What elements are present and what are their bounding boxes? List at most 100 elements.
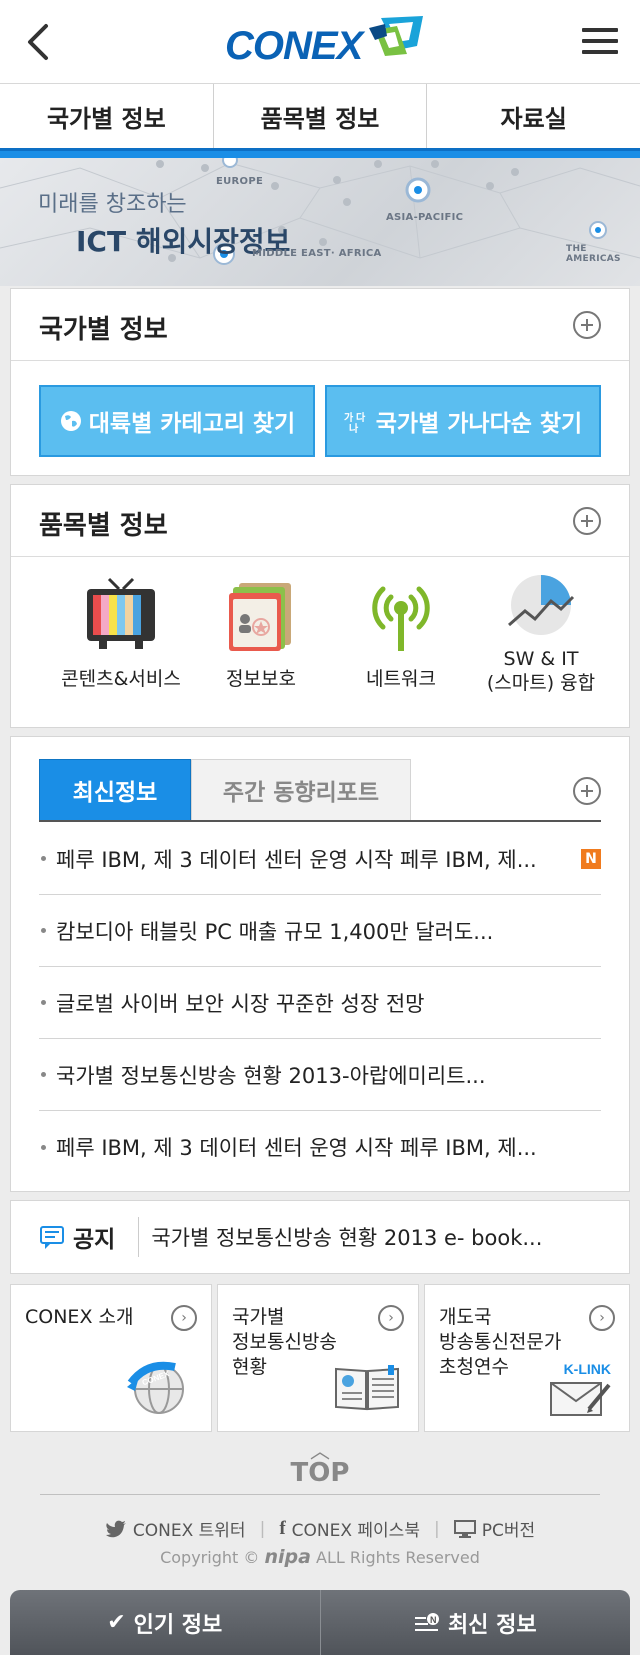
news-item-text: 캄보디아 태블릿 PC 매출 규모 1,400만 달러도... bbox=[56, 919, 494, 944]
bullet-icon bbox=[41, 1144, 46, 1150]
item-info-header: 품목별 정보 bbox=[11, 485, 629, 557]
box-label: 개도국 방송통신전문가 초청연수 bbox=[439, 1306, 562, 1378]
more-plus-icon[interactable] bbox=[573, 777, 601, 805]
klink-badge: K-LINK bbox=[563, 1361, 611, 1377]
news-item-text: 국가별 정보통신방송 현황 2013-아랍에미리트... bbox=[56, 1063, 486, 1088]
new-badge: N bbox=[581, 848, 601, 869]
card-title: 품목별 정보 bbox=[39, 511, 168, 541]
tab-weekly-report[interactable]: 주간 동향리포트 bbox=[191, 759, 411, 821]
alphabetical-country-button[interactable]: 가 다 나 국가별 가나다순 찾기 bbox=[325, 385, 601, 457]
news-item-text: 페루 IBM, 제 3 데이터 센터 운영 시작 페루 IBM, 제... bbox=[56, 847, 537, 872]
hamburger-icon bbox=[582, 28, 618, 54]
footer-separator: | bbox=[259, 1518, 266, 1539]
svg-text:N: N bbox=[430, 1615, 437, 1625]
bullet-icon bbox=[41, 1000, 46, 1005]
box-label: 국가별 정보통신방송 현황 bbox=[232, 1306, 337, 1378]
app-header: CONEX bbox=[0, 0, 640, 84]
nipa-logo: nipa bbox=[264, 1546, 311, 1568]
book-icon bbox=[335, 1365, 399, 1411]
conex-logo[interactable]: CONEX bbox=[225, 16, 425, 68]
chevron-left-icon bbox=[28, 24, 48, 60]
latest-info-button[interactable]: N 최신 정보 bbox=[321, 1590, 631, 1655]
news-item[interactable]: 페루 IBM, 제 3 데이터 센터 운영 시작 페루 IBM, 제... bbox=[39, 1111, 601, 1183]
copyright-suffix: ALL Rights Reserved bbox=[316, 1548, 480, 1567]
category-label: SW & IT (스마트) 융합 bbox=[486, 648, 596, 694]
more-plus-icon[interactable] bbox=[573, 311, 601, 339]
back-button[interactable] bbox=[20, 20, 60, 64]
news-item-text: 글로벌 사이버 보안 시장 꾸준한 성장 전망 bbox=[56, 991, 425, 1016]
notice-bar[interactable]: 공지 국가별 정보통신방송 현황 2013 e- book... bbox=[10, 1200, 630, 1274]
notice-label: 공지 bbox=[73, 1227, 116, 1253]
news-card: 최신정보 주간 동향리포트 페루 IBM, 제 3 데이터 센터 운영 시작 페… bbox=[10, 736, 630, 1192]
box-label: CONEX 소개 bbox=[25, 1306, 134, 1328]
news-item[interactable]: 캄보디아 태블릿 PC 매출 규모 1,400만 달러도... bbox=[39, 895, 601, 967]
footer-links: CONEX 트위터 | f CONEX 페이스북 | PC버전 bbox=[0, 1516, 640, 1541]
globe-icon bbox=[60, 411, 81, 431]
new-list-icon: N bbox=[414, 1612, 439, 1631]
item-info-card: 품목별 정보 콘텐츠&서비스 정보보호 네트워크 SW & IT (스마트) 융… bbox=[10, 484, 630, 728]
region-label-middle-east-africa: MIDDLE EAST· AFRICA bbox=[252, 248, 382, 259]
security-folder-icon bbox=[229, 583, 291, 651]
category-network[interactable]: 네트워크 bbox=[331, 575, 471, 691]
more-plus-icon[interactable] bbox=[573, 507, 601, 535]
popular-info-button[interactable]: ✔ 인기 정보 bbox=[10, 1590, 321, 1655]
region-label-asia-pacific: ASIA-PACIFIC bbox=[386, 212, 464, 223]
hero-banner: 미래를 창조하는 ICT 해외시장정보 EUROPE ASIA-PACIFIC … bbox=[0, 158, 640, 286]
category-content-service[interactable]: 콘텐츠&서비스 bbox=[51, 575, 191, 691]
copyright: Copyright © nipa ALL Rights Reserved bbox=[0, 1546, 640, 1568]
tab-latest-info[interactable]: 최신정보 bbox=[39, 759, 191, 821]
menu-button[interactable] bbox=[582, 28, 618, 56]
tab-country-info[interactable]: 국가별 정보 bbox=[0, 84, 214, 148]
bullet-icon bbox=[41, 856, 46, 861]
hangul-order-icon: 가 다 나 bbox=[344, 411, 366, 433]
region-label-europe: EUROPE bbox=[216, 176, 264, 187]
pie-chart-icon bbox=[508, 575, 575, 635]
news-list: 페루 IBM, 제 3 데이터 센터 운영 시작 페루 IBM, 제... N … bbox=[39, 823, 601, 1183]
category-label: 콘텐츠&서비스 bbox=[61, 668, 181, 690]
popular-info-label: 인기 정보 bbox=[133, 1612, 223, 1638]
bottom-action-bar: ✔ 인기 정보 N 최신 정보 bbox=[10, 1590, 630, 1655]
pc-version-link[interactable]: PC버전 bbox=[453, 1516, 536, 1541]
twitter-link[interactable]: CONEX 트위터 bbox=[105, 1516, 246, 1541]
klink-training-box[interactable]: 개도국 방송통신전문가 초청연수 › K-LINK bbox=[424, 1284, 630, 1432]
news-item[interactable]: 페루 IBM, 제 3 데이터 센터 운영 시작 페루 IBM, 제... N bbox=[39, 823, 601, 895]
banner-subtitle: 미래를 창조하는 bbox=[38, 192, 187, 217]
twitter-icon bbox=[105, 1520, 126, 1537]
card-title: 국가별 정보 bbox=[39, 315, 168, 345]
footer-separator: | bbox=[433, 1518, 440, 1539]
continent-category-button[interactable]: 대륙별 카테고리 찾기 bbox=[39, 385, 315, 457]
checkmark-icon: ✔ bbox=[107, 1610, 126, 1635]
country-info-card: 국가별 정보 대륙별 카테고리 찾기 가 다 나 국가별 가나다순 찾기 bbox=[10, 288, 630, 476]
envelope-icon bbox=[550, 1382, 611, 1416]
tab-item-info[interactable]: 품목별 정보 bbox=[214, 84, 428, 148]
latest-info-label: 최신 정보 bbox=[447, 1612, 537, 1638]
pc-version-label: PC버전 bbox=[481, 1521, 536, 1541]
tab-archive[interactable]: 자료실 bbox=[427, 84, 640, 148]
svg-text:나: 나 bbox=[349, 422, 359, 433]
news-item[interactable]: 국가별 정보통신방송 현황 2013-아랍에미리트... bbox=[39, 1039, 601, 1111]
speech-bubble-icon bbox=[40, 1226, 64, 1249]
category-sw-it[interactable]: SW & IT (스마트) 융합 bbox=[471, 563, 611, 695]
conex-intro-box[interactable]: CONEX 소개 › CONEX bbox=[10, 1284, 212, 1432]
bullet-icon bbox=[41, 1072, 46, 1077]
top-nav-tabs: 국가별 정보 품목별 정보 자료실 bbox=[0, 84, 640, 148]
logo-text: CONEX bbox=[225, 24, 363, 68]
bullet-icon bbox=[41, 928, 46, 933]
country-info-header: 국가별 정보 bbox=[11, 289, 629, 361]
antenna-icon bbox=[372, 586, 430, 651]
scroll-top-button[interactable]: ︿ TOP bbox=[0, 1441, 640, 1488]
category-security[interactable]: 정보보호 bbox=[191, 575, 331, 691]
twitter-label: CONEX 트위터 bbox=[132, 1521, 246, 1541]
country-ict-status-box[interactable]: 국가별 정보통신방송 현황 › bbox=[217, 1284, 419, 1432]
top-label: TOP bbox=[290, 1458, 350, 1488]
category-label: 네트워크 bbox=[366, 668, 436, 690]
copyright-prefix: Copyright © bbox=[160, 1548, 260, 1567]
facebook-icon: f bbox=[279, 1517, 286, 1539]
news-item[interactable]: 글로벌 사이버 보안 시장 꾸준한 성장 전망 bbox=[39, 967, 601, 1039]
footer-divider bbox=[40, 1494, 600, 1495]
monitor-icon bbox=[453, 1519, 476, 1538]
arrow-right-icon: › bbox=[589, 1305, 615, 1331]
facebook-link[interactable]: f CONEX 페이스북 bbox=[279, 1516, 420, 1542]
region-label-americas: THE AMERICAS bbox=[566, 244, 621, 264]
continent-button-label: 대륙별 카테고리 찾기 bbox=[88, 411, 296, 437]
